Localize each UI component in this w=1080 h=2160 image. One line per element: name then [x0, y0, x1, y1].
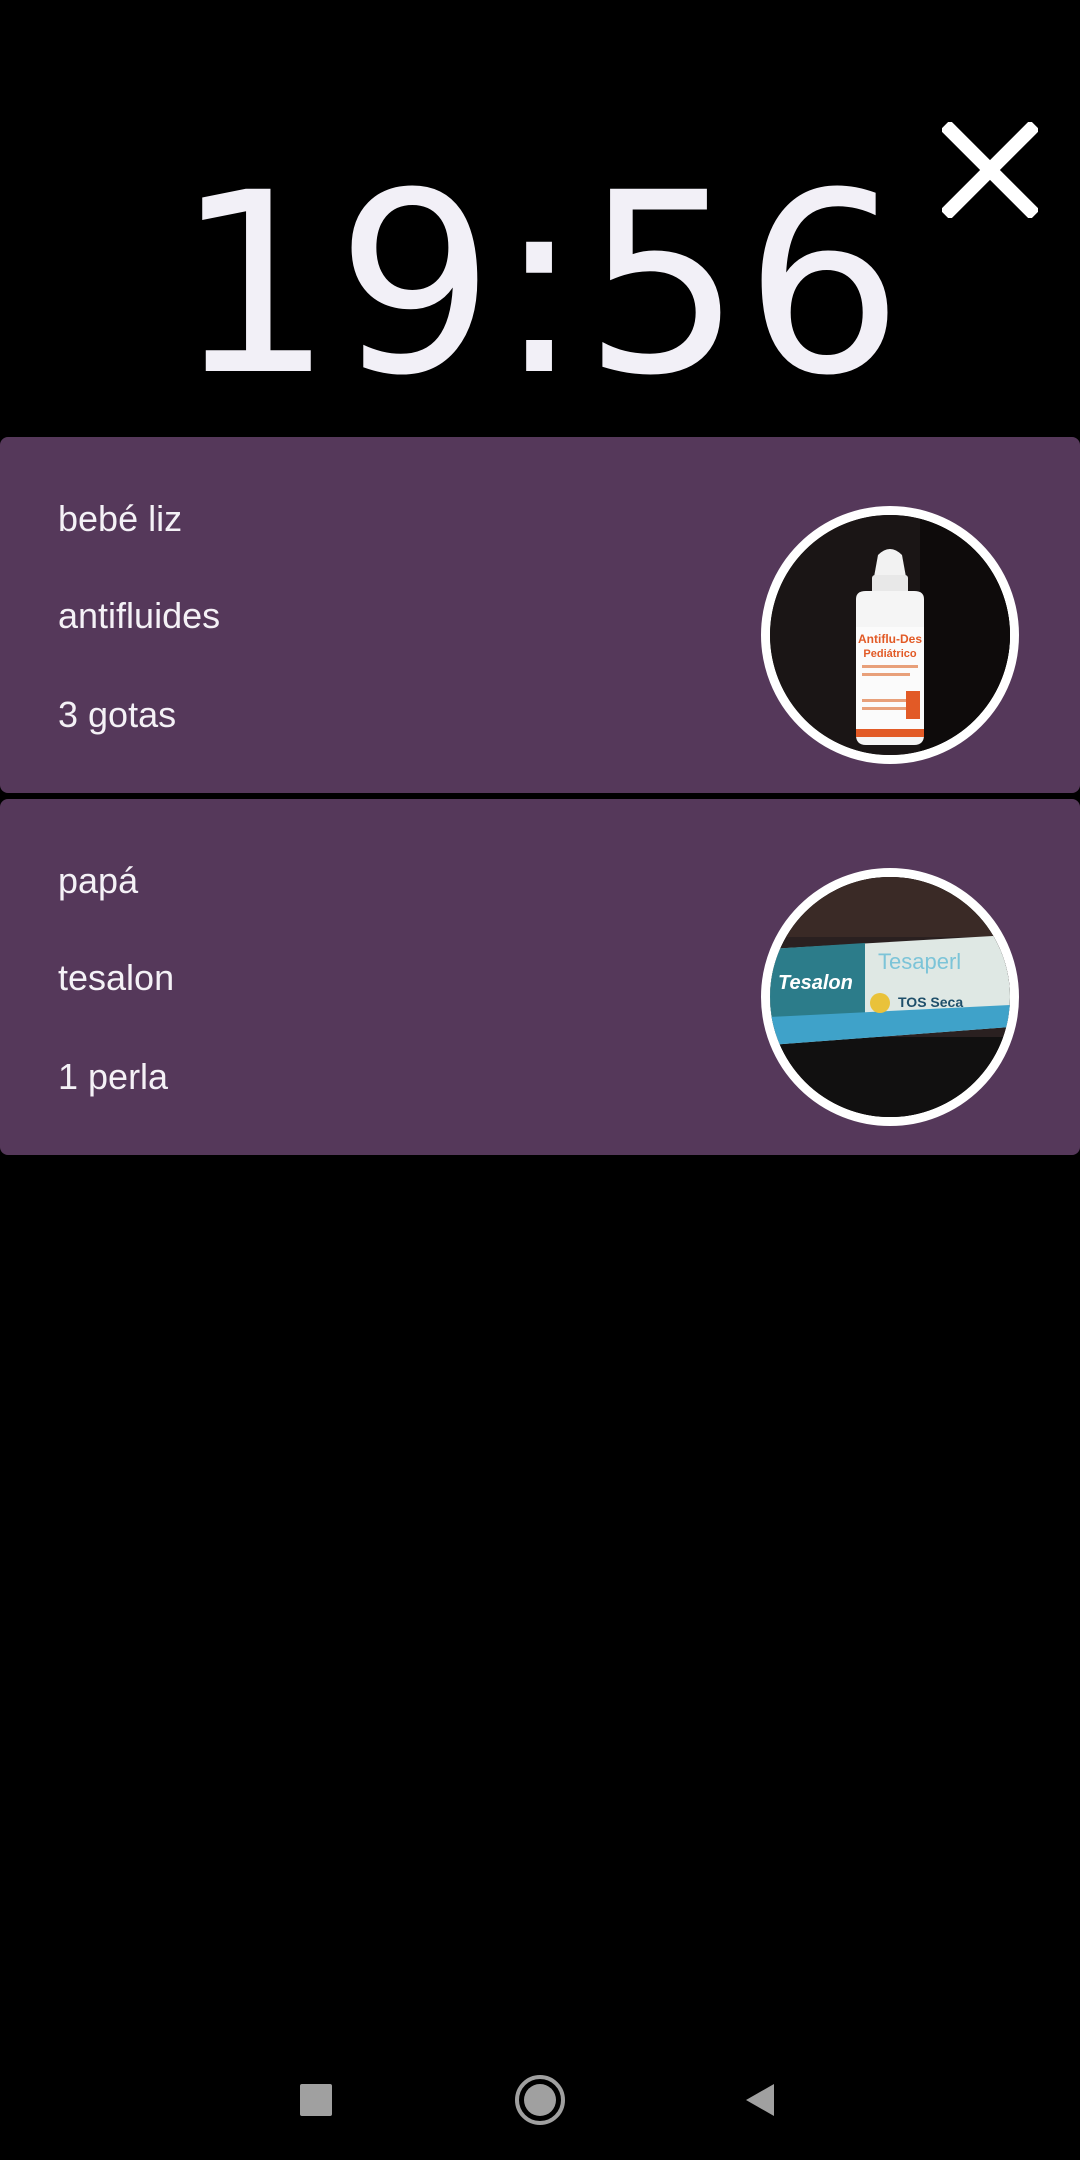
box-brand-text: Tesalon — [778, 972, 853, 994]
reminder-card[interactable]: papá tesalon 1 perla Tesalon Tesaperl TO… — [0, 799, 1080, 1155]
back-icon — [746, 2084, 774, 2116]
reminder-medicine: tesalon — [58, 957, 175, 998]
reminder-dose: 1 perla — [58, 1056, 169, 1097]
bottle-label-text: Antiflu-Des — [858, 632, 922, 646]
clock-time: 19:56 — [174, 139, 906, 430]
box-claim-text: TOS Seca — [898, 994, 963, 1010]
reminder-dose: 3 gotas — [58, 694, 177, 735]
navigation-bar — [0, 2040, 1080, 2160]
recent-apps-button[interactable] — [276, 2060, 356, 2140]
back-button[interactable] — [720, 2060, 800, 2140]
reminder-card[interactable]: bebé liz antifluides 3 gotas Antiflu-Des… — [0, 437, 1080, 793]
reminder-person: bebé liz — [58, 498, 183, 539]
medicine-box-photo: Tesalon Tesaperl TOS Seca — [761, 868, 1019, 1126]
reminder-medicine: antifluides — [58, 595, 221, 636]
medicine-bottle-photo: Antiflu-Des Pediátrico — [761, 506, 1019, 764]
home-icon — [515, 2075, 565, 2125]
reminder-person: papá — [58, 860, 139, 901]
home-button[interactable] — [500, 2060, 580, 2140]
bottle-label-subtext: Pediátrico — [863, 648, 916, 660]
box-product-text: Tesaperl — [878, 949, 961, 974]
recent-apps-icon — [300, 2084, 332, 2116]
